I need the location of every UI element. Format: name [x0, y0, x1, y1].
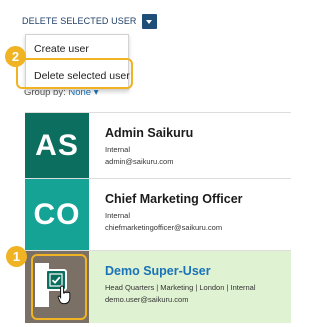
actions-menu: Create user Delete selected user	[25, 34, 130, 90]
user-name[interactable]: Demo Super-User	[105, 264, 256, 278]
user-email: chiefmarketingofficer@saikuru.com	[105, 223, 223, 232]
user-email: demo.user@saikuru.com	[105, 295, 189, 304]
user-info: Admin Saikuru Internal admin@saikuru.com	[105, 126, 193, 166]
user-row-chief-marketing-officer[interactable]: CO Chief Marketing Officer Internal chie…	[25, 179, 291, 251]
avatar: AS	[25, 113, 89, 178]
user-list: AS Admin Saikuru Internal admin@saikuru.…	[25, 112, 291, 323]
avatar: CO	[25, 179, 89, 250]
user-details: Head Quarters | Marketing | London | Int…	[105, 283, 256, 292]
user-row-admin-saikuru[interactable]: AS Admin Saikuru Internal admin@saikuru.…	[25, 112, 291, 179]
toolbar: DELETE SELECTED USER	[22, 10, 157, 32]
menu-item-delete-selected-user[interactable]: Delete selected user	[34, 70, 130, 82]
user-info: Chief Marketing Officer Internal chiefma…	[105, 192, 243, 232]
user-name: Admin Saikuru	[105, 126, 194, 140]
step-badge-1: 1	[6, 246, 27, 267]
delete-selected-user-label[interactable]: DELETE SELECTED USER	[22, 16, 137, 26]
user-details: Internal	[105, 145, 131, 154]
user-email: admin@saikuru.com	[105, 157, 174, 166]
step-badge-2: 2	[5, 46, 26, 67]
user-name: Chief Marketing Officer	[105, 192, 243, 206]
user-row-demo-super-user[interactable]: Demo Super-User Head Quarters | Marketin…	[25, 251, 291, 323]
dropdown-arrow-button[interactable]	[141, 13, 157, 29]
menu-item-create-user[interactable]: Create user	[34, 43, 89, 55]
hand-cursor-icon	[57, 285, 71, 305]
user-info: Demo Super-User Head Quarters | Marketin…	[105, 264, 256, 304]
user-details: Internal	[105, 211, 131, 220]
